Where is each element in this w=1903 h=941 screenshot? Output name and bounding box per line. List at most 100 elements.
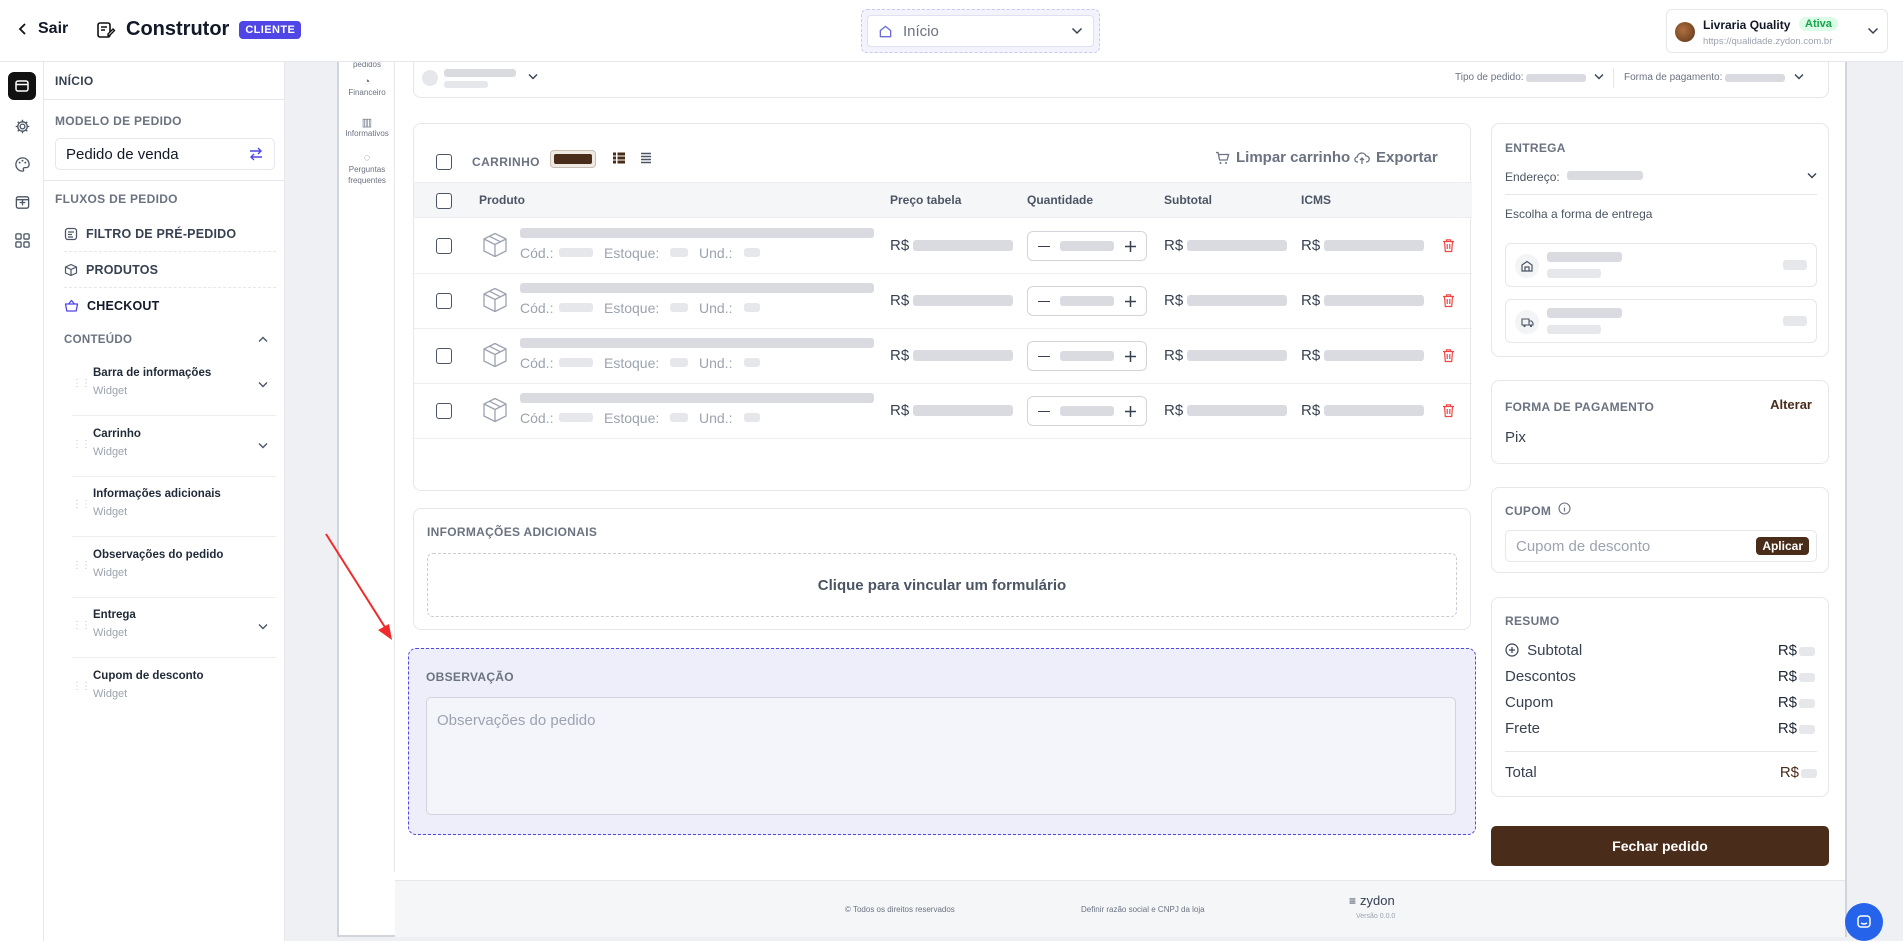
export-button[interactable]: Exportar (1354, 149, 1438, 166)
alterar-pagamento-button[interactable]: Alterar (1770, 397, 1812, 412)
top-bar: Sair Construtor CLIENTE Início Livraria … (0, 0, 1903, 62)
plus-icon[interactable] (1124, 350, 1137, 368)
cart-plus-icon[interactable] (8, 188, 36, 216)
trash-icon[interactable] (1442, 348, 1455, 368)
minus-icon[interactable] (1038, 246, 1050, 247)
plus-icon[interactable] (1124, 405, 1137, 423)
palette-icon[interactable] (8, 150, 36, 178)
view-card-toggle[interactable] (550, 150, 596, 168)
summary-row: Cupom R$ (1505, 694, 1815, 711)
currency: R$ (1777, 720, 1797, 737)
checkout-button[interactable]: Fechar pedido (1491, 826, 1829, 866)
modelo-select[interactable]: Pedido de venda (55, 138, 275, 170)
delivery-option-shipping[interactable] (1505, 299, 1817, 343)
widget-subtitle: Widget (93, 446, 128, 458)
widget-item-info-adicionais[interactable]: ⋮⋮ Informações adicionais Widget (72, 477, 276, 537)
icms-currency: R$ (1301, 347, 1321, 364)
row-checkbox[interactable] (436, 238, 452, 254)
apps-grid-icon[interactable] (8, 226, 36, 254)
sidebar-item-produtos[interactable]: PRODUTOS (64, 252, 276, 288)
info-icon[interactable] (1558, 502, 1571, 515)
row-checkbox[interactable] (436, 348, 452, 364)
view-compact-icon[interactable] (640, 151, 652, 165)
page-select[interactable]: Início (861, 9, 1100, 53)
endereco-label: Endereço: (1505, 170, 1560, 184)
drag-handle-icon[interactable]: ⋮⋮ (72, 560, 91, 571)
chevron-down-icon[interactable] (528, 73, 538, 80)
sidebar-item-inicio[interactable]: INÍCIO (55, 74, 93, 88)
preview-nav-perguntas[interactable]: ◌ Perguntas frequentes (343, 153, 391, 186)
conteudo-header-row[interactable]: CONTEÚDO (64, 334, 276, 350)
minus-icon[interactable] (1038, 411, 1050, 412)
icms-skeleton (1324, 405, 1424, 416)
plus-icon[interactable] (1124, 295, 1137, 313)
info-adicionais-title: INFORMAÇÕES ADICIONAIS (427, 525, 598, 539)
subtotal-currency: R$ (1164, 402, 1184, 419)
minus-icon[interactable] (1038, 301, 1050, 302)
summary-label: Subtotal (1527, 642, 1583, 659)
back-button[interactable]: Sair (18, 20, 68, 38)
chevron-down-icon[interactable] (1794, 73, 1804, 80)
trash-icon[interactable] (1442, 293, 1455, 313)
widget-subtitle: Widget (93, 627, 128, 639)
quantity-skeleton (1060, 241, 1114, 251)
trash-icon[interactable] (1442, 238, 1455, 258)
view-list-icon[interactable] (612, 151, 626, 165)
preview-nav-informativos[interactable]: ▥ Informativos (339, 116, 395, 138)
product-name-skeleton (520, 338, 874, 348)
plus-circle-icon[interactable] (1505, 643, 1519, 657)
widget-item-observacoes[interactable]: ⋮⋮ Observações do pedido Widget (72, 538, 276, 598)
drag-handle-icon[interactable]: ⋮⋮ (72, 681, 91, 692)
widget-item-entrega[interactable]: ⋮⋮ Entrega Widget (72, 598, 276, 658)
chat-launcher-button[interactable] (1845, 903, 1883, 941)
chevron-down-icon[interactable] (258, 376, 268, 391)
endereco-select[interactable]: Endereço: (1505, 168, 1817, 186)
widget-item-carrinho[interactable]: ⋮⋮ Carrinho Widget (72, 417, 276, 477)
layout-icon[interactable] (8, 72, 36, 100)
clear-cart-button[interactable]: Limpar carrinho (1215, 149, 1350, 166)
footer-brand: ≡ zydon (1349, 893, 1395, 908)
icms-currency: R$ (1301, 292, 1321, 309)
cod-skeleton (559, 248, 593, 257)
preview-side-nav: pedidos ◔ Financeiro ▥ Informativos ◌ Pe… (339, 60, 395, 872)
option-title-skeleton (1547, 252, 1622, 262)
info-bar: Tipo de pedido: Forma de pagamento: (413, 62, 1829, 98)
widget-item-barra[interactable]: ⋮⋮ Barra de informações Widget (72, 356, 276, 416)
quantity-stepper[interactable] (1027, 396, 1147, 426)
page-title: Construtor (126, 18, 230, 40)
link-form-button[interactable]: Clique para vincular um formulário (427, 553, 1457, 617)
select-all-checkbox[interactable] (436, 154, 452, 170)
tipo-pedido-label: Tipo de pedido: (1455, 72, 1524, 83)
drag-handle-icon[interactable]: ⋮⋮ (72, 620, 91, 631)
header-checkbox[interactable] (436, 193, 452, 209)
row-checkbox[interactable] (436, 293, 452, 309)
quantity-stepper[interactable] (1027, 231, 1147, 261)
plus-icon[interactable] (1124, 240, 1137, 258)
quantity-stepper[interactable] (1027, 286, 1147, 316)
subtotal-skeleton (1187, 350, 1287, 361)
minus-icon[interactable] (1038, 356, 1050, 357)
footer-define-link[interactable]: Definir razão social e CNPJ da loja (1081, 905, 1205, 914)
sidebar-item-filtro[interactable]: FILTRO DE PRÉ-PEDIDO (64, 216, 276, 252)
settings-icon[interactable] (8, 112, 36, 140)
trash-icon[interactable] (1442, 403, 1455, 423)
cupom-input[interactable]: Cupom de desconto Aplicar (1505, 530, 1817, 562)
pagamento-value: Pix (1505, 429, 1526, 446)
chevron-down-icon[interactable] (258, 437, 268, 452)
apply-cupom-button[interactable]: Aplicar (1756, 537, 1809, 555)
delivery-option-pickup[interactable] (1505, 243, 1817, 287)
store-selector[interactable]: Livraria Quality Ativa https://qualidade… (1666, 9, 1888, 53)
quantity-stepper[interactable] (1027, 341, 1147, 371)
chevron-down-icon[interactable] (1594, 73, 1604, 80)
drag-handle-icon[interactable]: ⋮⋮ (72, 499, 91, 510)
preview-nav-financeiro[interactable]: ◔ Financeiro (339, 76, 395, 97)
widget-item-cupom[interactable]: ⋮⋮ Cupom de desconto Widget (72, 659, 276, 719)
swap-icon[interactable] (248, 147, 264, 161)
drag-handle-icon[interactable]: ⋮⋮ (72, 378, 91, 389)
observacao-textarea[interactable]: Observações do pedido (426, 697, 1456, 815)
chevron-down-icon[interactable] (258, 618, 268, 633)
observacao-widget[interactable]: OBSERVAÇÃO Observações do pedido (408, 648, 1476, 835)
row-checkbox[interactable] (436, 403, 452, 419)
sidebar-item-checkout[interactable]: CHECKOUT (64, 288, 276, 324)
drag-handle-icon[interactable]: ⋮⋮ (72, 439, 91, 450)
